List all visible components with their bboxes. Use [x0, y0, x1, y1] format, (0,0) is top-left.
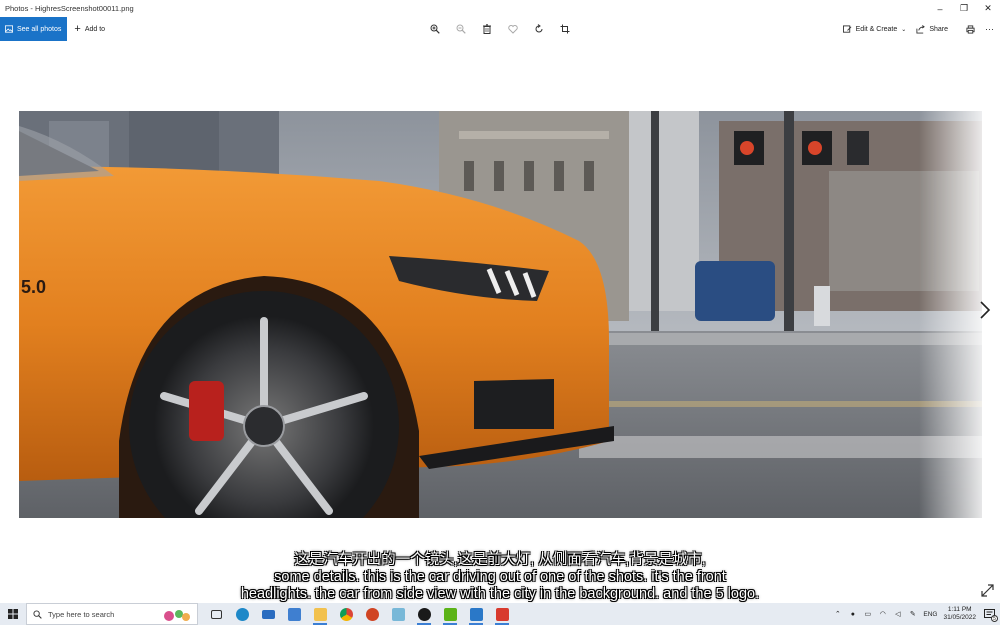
- subtitle-line-2: some details. this is the car driving ou…: [274, 569, 726, 585]
- start-button[interactable]: [0, 603, 26, 625]
- favorite-icon[interactable]: [506, 23, 519, 36]
- photo-display: 5.0: [19, 111, 982, 518]
- language-indicator[interactable]: ENG: [923, 611, 937, 618]
- zoom-out-icon[interactable]: [454, 23, 467, 36]
- add-to-button[interactable]: + Add to: [74, 23, 106, 35]
- fullscreen-button[interactable]: [981, 584, 994, 597]
- edge-icon[interactable]: [232, 603, 252, 625]
- chevron-down-icon: ⌄: [901, 26, 907, 33]
- title-bar: Photos - HighresScreenshot00011.png – ❐ …: [0, 0, 1000, 17]
- car-photo-image: 5.0: [19, 111, 982, 518]
- next-photo-arrow[interactable]: [978, 300, 992, 320]
- file-explorer-icon[interactable]: [310, 603, 330, 625]
- clock-date: 31/05/2022: [943, 614, 976, 621]
- add-to-label: Add to: [84, 25, 106, 33]
- subtitle-line-3: headlights. the car from side view with …: [240, 586, 760, 602]
- photos-app-window: Photos - HighresScreenshot00011.png – ❐ …: [0, 0, 1000, 625]
- edit-create-label: Edit & Create: [855, 25, 898, 33]
- rotate-icon[interactable]: [532, 23, 545, 36]
- volume-icon[interactable]: ◁: [893, 610, 902, 619]
- photos-icon: [5, 25, 13, 33]
- search-placeholder: Type here to search: [48, 609, 115, 619]
- crop-icon[interactable]: [558, 23, 571, 36]
- delete-icon[interactable]: [480, 23, 493, 36]
- search-icon: [33, 609, 42, 619]
- close-button[interactable]: ✕: [976, 0, 1000, 17]
- search-highlight-icon: [164, 610, 190, 621]
- zoom-in-icon[interactable]: [428, 23, 441, 36]
- red-app-icon[interactable]: [492, 603, 512, 625]
- plus-icon: +: [74, 23, 81, 35]
- more-options-button[interactable]: ···: [985, 24, 994, 34]
- clock-time: 1:11 PM: [947, 606, 972, 613]
- share-icon: [916, 24, 926, 34]
- taskbar-search-box[interactable]: Type here to search: [26, 603, 198, 625]
- center-tools: [428, 17, 571, 41]
- edit-create-button[interactable]: Edit & Create ⌄: [842, 24, 907, 34]
- toolbar: See all photos + Add to Edit & Create ⌄ …: [0, 17, 1000, 41]
- clock[interactable]: 1:11 PM 31/05/2022: [943, 606, 976, 622]
- taskbar: Type here to search ⌃ ● ▭ ◠ ◁ ✎ ENG 1:11…: [0, 603, 1000, 625]
- powerpoint-icon[interactable]: [362, 603, 382, 625]
- network-icon[interactable]: ▭: [863, 610, 872, 619]
- subtitle-overlay: 这是汽车开出的一个镜头,这是前大灯, 从侧面看汽车,背景是城市, some de…: [180, 552, 820, 603]
- notification-center-button[interactable]: 5: [982, 607, 998, 622]
- mail-icon[interactable]: [258, 603, 278, 625]
- see-all-photos-label: See all photos: [17, 25, 62, 33]
- unreal-icon[interactable]: [414, 603, 434, 625]
- maximize-button[interactable]: ❐: [952, 0, 976, 17]
- pen-app-icon[interactable]: [388, 603, 408, 625]
- print-icon: [966, 24, 975, 34]
- share-label: Share: [929, 25, 948, 33]
- task-view-icon[interactable]: [206, 603, 226, 625]
- edit-icon: [842, 24, 852, 33]
- windows-logo-icon: [8, 609, 18, 619]
- taskbar-apps: [206, 603, 512, 625]
- chevron-right-icon: [980, 301, 991, 319]
- microphone-icon[interactable]: ●: [848, 610, 857, 619]
- chrome-icon[interactable]: [336, 603, 356, 625]
- photos-taskbar-icon[interactable]: [466, 603, 486, 625]
- minimize-button[interactable]: –: [928, 0, 952, 17]
- nvidia-icon[interactable]: [440, 603, 460, 625]
- pen-icon[interactable]: ✎: [908, 610, 917, 619]
- expand-icon: [981, 584, 994, 597]
- system-tray: ⌃ ● ▭ ◠ ◁ ✎ ENG 1:11 PM 31/05/2022 5: [833, 603, 1000, 625]
- see-all-photos-button[interactable]: See all photos: [0, 17, 68, 41]
- wifi-icon[interactable]: ◠: [878, 610, 887, 619]
- print-button[interactable]: [966, 24, 975, 34]
- window-title: Photos - HighresScreenshot00011.png: [5, 4, 134, 13]
- notification-badge: 5: [991, 615, 998, 622]
- right-tools: Edit & Create ⌄ Share ···: [842, 17, 994, 41]
- share-button[interactable]: Share: [916, 24, 948, 34]
- subtitle-line-1: 这是汽车开出的一个镜头,这是前大灯, 从侧面看汽车,背景是城市,: [294, 552, 706, 568]
- badge-text: 5.0: [21, 277, 46, 297]
- store-icon[interactable]: [284, 603, 304, 625]
- chevron-up-icon[interactable]: ⌃: [833, 610, 842, 619]
